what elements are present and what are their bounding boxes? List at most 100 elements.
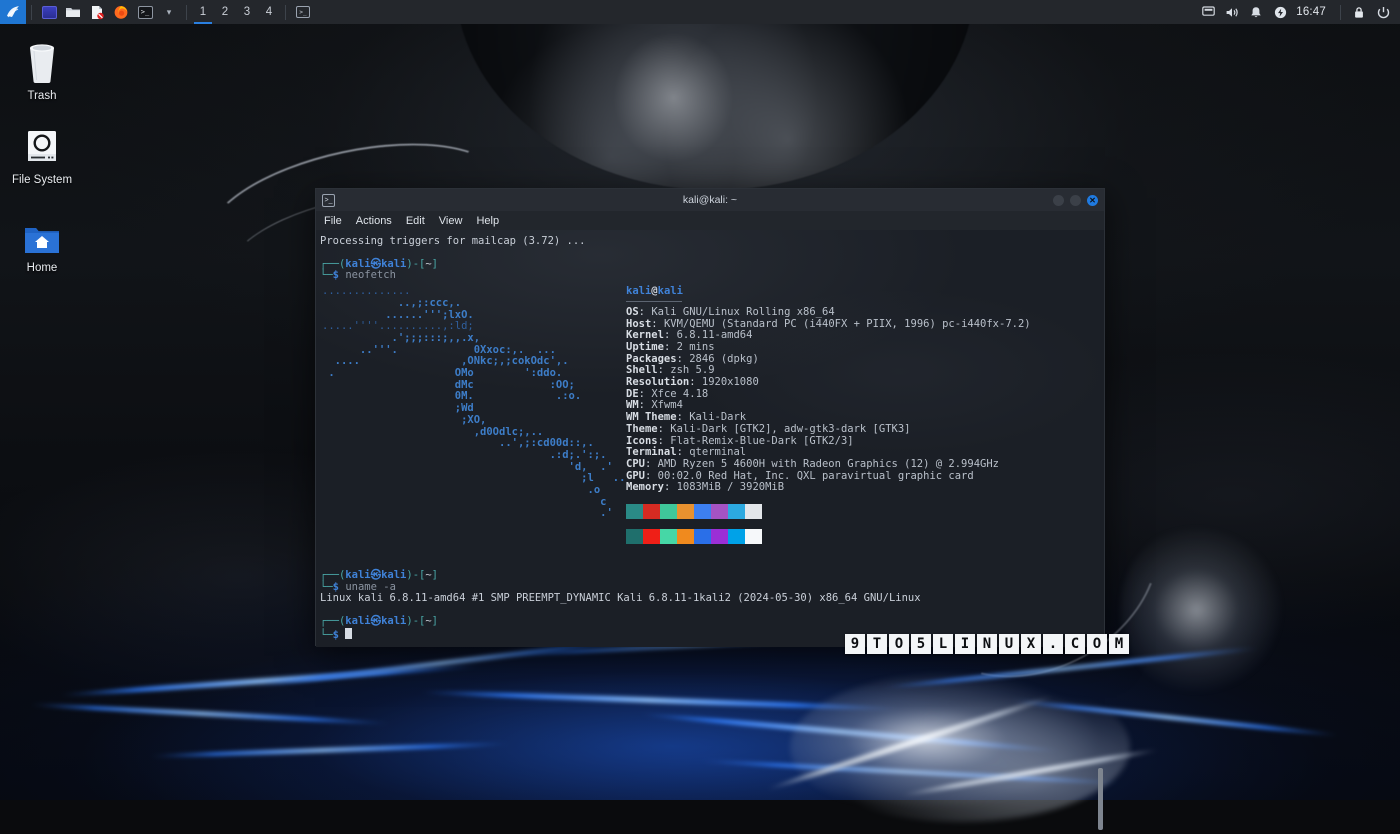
palette-swatch: [677, 529, 694, 544]
display-settings-icon[interactable]: [1197, 0, 1219, 24]
window-title: kali@kali: ~: [316, 194, 1104, 206]
text-cursor: [345, 628, 352, 639]
terminal-icon: [42, 6, 57, 19]
workspace-label: 4: [266, 6, 272, 18]
neofetch-field: DE: Xfce 4.18: [626, 389, 1031, 401]
shell-prompt-1: ┌──(kali㉿kali)-[~]: [320, 259, 1096, 271]
ascii-line: .';;;:::;,,.x,: [322, 333, 620, 345]
palette-swatch: [660, 529, 677, 544]
watermark-char: T: [867, 634, 887, 654]
shell-prompt-2: ┌──(kali㉿kali)-[~]: [320, 570, 1096, 582]
workspace-button-3[interactable]: 3: [236, 0, 258, 24]
menu-item-view[interactable]: View: [439, 215, 463, 227]
workspace-button-4[interactable]: 4: [258, 0, 280, 24]
window-controls: ✕: [1053, 195, 1098, 206]
palette-row-bright: [626, 504, 1031, 519]
watermark-char: .: [1043, 634, 1063, 654]
menu-item-help[interactable]: Help: [476, 215, 499, 227]
palette-swatch: [643, 529, 660, 544]
watermark-char: M: [1109, 634, 1129, 654]
drive-icon: [0, 120, 84, 168]
ascii-line: .': [322, 508, 620, 520]
neofetch-user-host: kali@kali: [626, 286, 1031, 298]
desktop-icon-label: Home: [0, 261, 84, 275]
close-button[interactable]: ✕: [1087, 195, 1098, 206]
lock-screen-icon[interactable]: [1348, 0, 1370, 24]
terminal-prompt-icon: >_: [138, 6, 153, 19]
firefox-icon: [113, 4, 129, 20]
root-terminal-launcher[interactable]: >_: [133, 0, 157, 24]
text-editor-launcher[interactable]: [85, 0, 109, 24]
folder-icon: [65, 5, 81, 19]
watermark-char: N: [977, 634, 997, 654]
wallpaper-sphere: [455, 0, 975, 190]
watermark-char: U: [999, 634, 1019, 654]
watermark-char: O: [1087, 634, 1107, 654]
palette-swatch: [711, 529, 728, 544]
ascii-line: ;XO,: [322, 415, 620, 427]
watermark-char: X: [1021, 634, 1041, 654]
neofetch-output: .............. ..,;:ccc,. ......''';lxO.…: [320, 282, 1096, 544]
watermark-char: C: [1065, 634, 1085, 654]
menu-item-actions[interactable]: Actions: [356, 215, 392, 227]
minimize-button[interactable]: [1053, 195, 1064, 206]
palette-swatch: [626, 504, 643, 519]
vertical-scrollbar[interactable]: [1098, 419, 1103, 834]
neofetch-field: Memory: 1083MiB / 3920MiB: [626, 482, 1031, 494]
watermark-char: L: [933, 634, 953, 654]
window-icon: >_: [296, 6, 310, 18]
file-manager-launcher[interactable]: [61, 0, 85, 24]
workspace-button-1[interactable]: 1: [192, 0, 214, 24]
log-out-icon[interactable]: [1372, 0, 1394, 24]
menu-item-edit[interactable]: Edit: [406, 215, 425, 227]
wallpaper-highlight-2: [1120, 520, 1290, 700]
neofetch-info: kali@kali OS: Kali GNU/Linux Rolling x86…: [620, 286, 1031, 544]
workspace-label: 2: [222, 6, 228, 18]
palette-swatch: [745, 529, 762, 544]
command-line-1: └─$ neofetch: [320, 270, 1096, 282]
command-text: uname -a: [345, 581, 396, 593]
palette-swatch: [660, 504, 677, 519]
applications-menu-button[interactable]: [0, 0, 26, 24]
neofetch-host: kali: [658, 285, 683, 297]
system-tray: 16:47: [1197, 0, 1400, 24]
home-folder-icon: [0, 208, 84, 256]
neofetch-user: kali: [626, 285, 651, 297]
scrollbar-thumb[interactable]: [1098, 768, 1103, 830]
desktop-icon-trash[interactable]: Trash: [0, 36, 84, 103]
volume-icon[interactable]: [1221, 0, 1243, 24]
watermark-char: O: [889, 634, 909, 654]
web-browser-launcher[interactable]: [109, 0, 133, 24]
menu-item-file[interactable]: File: [324, 215, 342, 227]
terminal-screen[interactable]: Processing triggers for mailcap (3.72) .…: [316, 230, 1104, 647]
watermark-char: I: [955, 634, 975, 654]
xfce-top-panel: >_ ▾ 1 2 3 4 >_ 16:47: [0, 0, 1400, 24]
terminal-titlebar[interactable]: >_ kali@kali: ~ ✕: [316, 189, 1104, 211]
terminal-output-line: Processing triggers for mailcap (3.72) .…: [320, 236, 1096, 248]
maximize-button[interactable]: [1070, 195, 1081, 206]
workspace-button-2[interactable]: 2: [214, 0, 236, 24]
watermark-char: 5: [911, 634, 931, 654]
taskbar-window-button-terminal[interactable]: >_: [291, 0, 315, 24]
neofetch-color-palette: [626, 494, 1031, 544]
panel-separator-4: [1340, 5, 1341, 20]
desktop-icon-label: File System: [0, 173, 84, 187]
neofetch-rule: [626, 301, 682, 302]
terminal-emulator-launcher[interactable]: [37, 0, 61, 24]
desktop-icon-home[interactable]: Home: [0, 208, 84, 275]
terminal-window[interactable]: >_ kali@kali: ~ ✕ File Actions Edit View…: [315, 188, 1105, 646]
chevron-down-icon: ▾: [167, 7, 172, 18]
ascii-line: ..,;:ccc,.: [322, 298, 620, 310]
palette-row-normal: [626, 529, 1031, 544]
uname-output: Linux kali 6.8.11-amd64 #1 SMP PREEMPT_D…: [320, 593, 1096, 605]
shell-prompt-3: ┌──(kali㉿kali)-[~]: [320, 616, 1096, 628]
desktop-icon-label: Trash: [0, 89, 84, 103]
palette-swatch: [694, 504, 711, 519]
desktop-icon-file-system[interactable]: File System: [0, 120, 84, 187]
launcher-dropdown-arrow[interactable]: ▾: [157, 0, 181, 24]
panel-separator-3: [285, 5, 286, 20]
notifications-icon[interactable]: [1245, 0, 1267, 24]
clock[interactable]: 16:47: [1293, 6, 1333, 18]
power-manager-icon[interactable]: [1269, 0, 1291, 24]
terminal-menubar: File Actions Edit View Help: [316, 211, 1104, 230]
